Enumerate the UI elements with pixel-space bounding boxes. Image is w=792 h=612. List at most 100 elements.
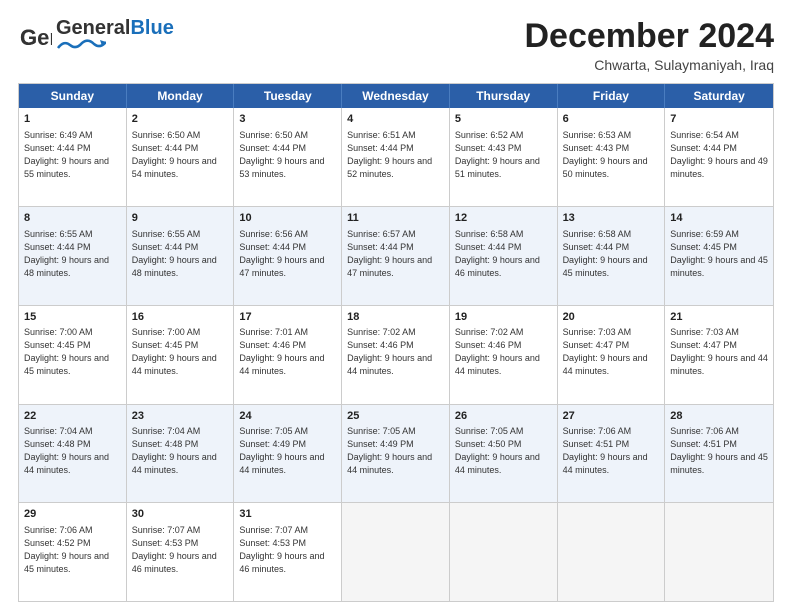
day-number: 11 <box>347 211 444 226</box>
cell-info: Sunrise: 7:03 AMSunset: 4:47 PMDaylight:… <box>563 326 660 378</box>
calendar-cell-day-12: 12 Sunrise: 6:58 AMSunset: 4:44 PMDayligh… <box>450 207 558 305</box>
day-number: 3 <box>239 112 336 127</box>
calendar-cell-day-6: 6 Sunrise: 6:53 AMSunset: 4:43 PMDaylight… <box>558 108 666 206</box>
calendar-cell-day-24: 24Sunrise: 7:05 AMSunset: 4:49 PMDayligh… <box>234 405 342 503</box>
calendar-cell-day-22: 22Sunrise: 7:04 AMSunset: 4:48 PMDayligh… <box>19 405 127 503</box>
header: Gen G GeneralBlue December 2024 Chwarta,… <box>18 18 774 73</box>
cell-info: Sunrise: 6:56 AMSunset: 4:44 PMDaylight:… <box>239 228 336 280</box>
cell-info: Sunrise: 7:04 AMSunset: 4:48 PMDaylight:… <box>24 425 121 477</box>
cell-info: Sunrise: 7:05 AMSunset: 4:50 PMDaylight:… <box>455 425 552 477</box>
day-number: 10 <box>239 211 336 226</box>
calendar-cell-day-8: 8Sunrise: 6:55 AMSunset: 4:44 PMDaylight… <box>19 207 127 305</box>
day-number: 8 <box>24 211 121 226</box>
header-day-wednesday: Wednesday <box>342 84 450 108</box>
day-number: 16 <box>132 310 229 325</box>
calendar-cell-day-4: 4 Sunrise: 6:51 AMSunset: 4:44 PMDaylight… <box>342 108 450 206</box>
calendar-row-5: 29Sunrise: 7:06 AMSunset: 4:52 PMDayligh… <box>19 503 773 601</box>
calendar-cell-day-11: 11 Sunrise: 6:57 AMSunset: 4:44 PMDayligh… <box>342 207 450 305</box>
cell-info: Sunrise: 7:06 AMSunset: 4:52 PMDaylight:… <box>24 524 121 576</box>
month-title: December 2024 <box>524 18 774 55</box>
calendar-cell-empty <box>450 503 558 601</box>
day-number: 12 <box>455 211 552 226</box>
calendar-cell-day-31: 31 Sunrise: 7:07 AMSunset: 4:53 PMDayligh… <box>234 503 342 601</box>
calendar-cell-day-2: 2Sunrise: 6:50 AMSunset: 4:44 PMDaylight… <box>127 108 235 206</box>
calendar-cell-day-19: 19Sunrise: 7:02 AMSunset: 4:46 PMDayligh… <box>450 306 558 404</box>
logo: Gen G GeneralBlue <box>18 18 174 57</box>
day-number: 17 <box>239 310 336 325</box>
cell-info: Sunrise: 7:02 AMSunset: 4:46 PMDaylight:… <box>347 326 444 378</box>
calendar-cell-day-21: 21Sunrise: 7:03 AMSunset: 4:47 PMDayligh… <box>665 306 773 404</box>
calendar-cell-day-7: 7Sunrise: 6:54 AMSunset: 4:44 PMDaylight… <box>665 108 773 206</box>
calendar-cell-day-28: 28Sunrise: 7:06 AMSunset: 4:51 PMDayligh… <box>665 405 773 503</box>
calendar-cell-day-5: 5Sunrise: 6:52 AMSunset: 4:43 PMDaylight… <box>450 108 558 206</box>
calendar-row-1: 1 Sunrise: 6:49 AMSunset: 4:44 PMDaylight… <box>19 108 773 207</box>
day-number: 6 <box>563 112 660 127</box>
calendar: SundayMondayTuesdayWednesdayThursdayFrid… <box>18 83 774 602</box>
cell-info: Sunrise: 6:55 AMSunset: 4:44 PMDaylight:… <box>132 228 229 280</box>
day-number: 7 <box>670 112 768 127</box>
day-number: 24 <box>239 409 336 424</box>
calendar-cell-day-29: 29Sunrise: 7:06 AMSunset: 4:52 PMDayligh… <box>19 503 127 601</box>
cell-info: Sunrise: 7:07 AMSunset: 4:53 PMDaylight:… <box>239 524 336 576</box>
calendar-cell-empty <box>558 503 666 601</box>
calendar-cell-day-18: 18Sunrise: 7:02 AMSunset: 4:46 PMDayligh… <box>342 306 450 404</box>
day-number: 19 <box>455 310 552 325</box>
day-number: 30 <box>132 507 229 522</box>
cell-info: Sunrise: 6:58 AMSunset: 4:44 PMDaylight:… <box>455 228 552 280</box>
calendar-row-3: 15Sunrise: 7:00 AMSunset: 4:45 PMDayligh… <box>19 306 773 405</box>
cell-info: Sunrise: 7:03 AMSunset: 4:47 PMDaylight:… <box>670 326 768 378</box>
day-number: 31 <box>239 507 336 522</box>
cell-info: Sunrise: 6:53 AMSunset: 4:43 PMDaylight:… <box>563 129 660 181</box>
day-number: 26 <box>455 409 552 424</box>
day-number: 28 <box>670 409 768 424</box>
logo-general: General <box>56 17 130 39</box>
logo-icon: Gen G <box>18 21 52 55</box>
subtitle: Chwarta, Sulaymaniyah, Iraq <box>524 57 774 73</box>
cell-info: Sunrise: 7:05 AMSunset: 4:49 PMDaylight:… <box>239 425 336 477</box>
cell-info: Sunrise: 6:58 AMSunset: 4:44 PMDaylight:… <box>563 228 660 280</box>
calendar-cell-day-9: 9 Sunrise: 6:55 AMSunset: 4:44 PMDaylight… <box>127 207 235 305</box>
cell-info: Sunrise: 7:06 AMSunset: 4:51 PMDaylight:… <box>563 425 660 477</box>
calendar-cell-day-27: 27Sunrise: 7:06 AMSunset: 4:51 PMDayligh… <box>558 405 666 503</box>
cell-info: Sunrise: 7:06 AMSunset: 4:51 PMDaylight:… <box>670 425 768 477</box>
cell-info: Sunrise: 6:50 AMSunset: 4:44 PMDaylight:… <box>239 129 336 181</box>
calendar-cell-day-3: 3 Sunrise: 6:50 AMSunset: 4:44 PMDaylight… <box>234 108 342 206</box>
logo-wave-icon <box>56 38 106 52</box>
day-number: 4 <box>347 112 444 127</box>
calendar-cell-day-17: 17Sunrise: 7:01 AMSunset: 4:46 PMDayligh… <box>234 306 342 404</box>
calendar-cell-day-1: 1 Sunrise: 6:49 AMSunset: 4:44 PMDaylight… <box>19 108 127 206</box>
day-number: 22 <box>24 409 121 424</box>
calendar-cell-day-16: 16Sunrise: 7:00 AMSunset: 4:45 PMDayligh… <box>127 306 235 404</box>
calendar-cell-day-23: 23Sunrise: 7:04 AMSunset: 4:48 PMDayligh… <box>127 405 235 503</box>
cell-info: Sunrise: 7:07 AMSunset: 4:53 PMDaylight:… <box>132 524 229 576</box>
logo-blue: Blue <box>130 17 173 39</box>
day-number: 14 <box>670 211 768 226</box>
calendar-cell-day-15: 15Sunrise: 7:00 AMSunset: 4:45 PMDayligh… <box>19 306 127 404</box>
day-number: 13 <box>563 211 660 226</box>
calendar-cell-day-14: 14 Sunrise: 6:59 AMSunset: 4:45 PMDayligh… <box>665 207 773 305</box>
calendar-body: 1 Sunrise: 6:49 AMSunset: 4:44 PMDaylight… <box>19 108 773 601</box>
calendar-row-2: 8 Sunrise: 6:55 AMSunset: 4:44 PMDaylight… <box>19 207 773 306</box>
calendar-cell-day-13: 13 Sunrise: 6:58 AMSunset: 4:44 PMDayligh… <box>558 207 666 305</box>
svg-text:G: G <box>20 25 37 50</box>
title-block: December 2024 Chwarta, Sulaymaniyah, Ira… <box>524 18 774 73</box>
day-number: 1 <box>24 112 121 127</box>
day-number: 23 <box>132 409 229 424</box>
day-number: 9 <box>132 211 229 226</box>
calendar-cell-day-30: 30 Sunrise: 7:07 AMSunset: 4:53 PMDayligh… <box>127 503 235 601</box>
header-day-friday: Friday <box>558 84 666 108</box>
cell-info: Sunrise: 6:51 AMSunset: 4:44 PMDaylight:… <box>347 129 444 181</box>
header-day-thursday: Thursday <box>450 84 558 108</box>
day-number: 25 <box>347 409 444 424</box>
cell-info: Sunrise: 7:05 AMSunset: 4:49 PMDaylight:… <box>347 425 444 477</box>
day-number: 21 <box>670 310 768 325</box>
cell-info: Sunrise: 6:57 AMSunset: 4:44 PMDaylight:… <box>347 228 444 280</box>
day-number: 18 <box>347 310 444 325</box>
calendar-header: SundayMondayTuesdayWednesdayThursdayFrid… <box>19 84 773 108</box>
cell-info: Sunrise: 6:52 AMSunset: 4:43 PMDaylight:… <box>455 129 552 181</box>
day-number: 27 <box>563 409 660 424</box>
calendar-cell-empty <box>665 503 773 601</box>
cell-info: Sunrise: 6:59 AMSunset: 4:45 PMDaylight:… <box>670 228 768 280</box>
cell-info: Sunrise: 6:49 AMSunset: 4:44 PMDaylight:… <box>24 129 121 181</box>
header-day-sunday: Sunday <box>19 84 127 108</box>
